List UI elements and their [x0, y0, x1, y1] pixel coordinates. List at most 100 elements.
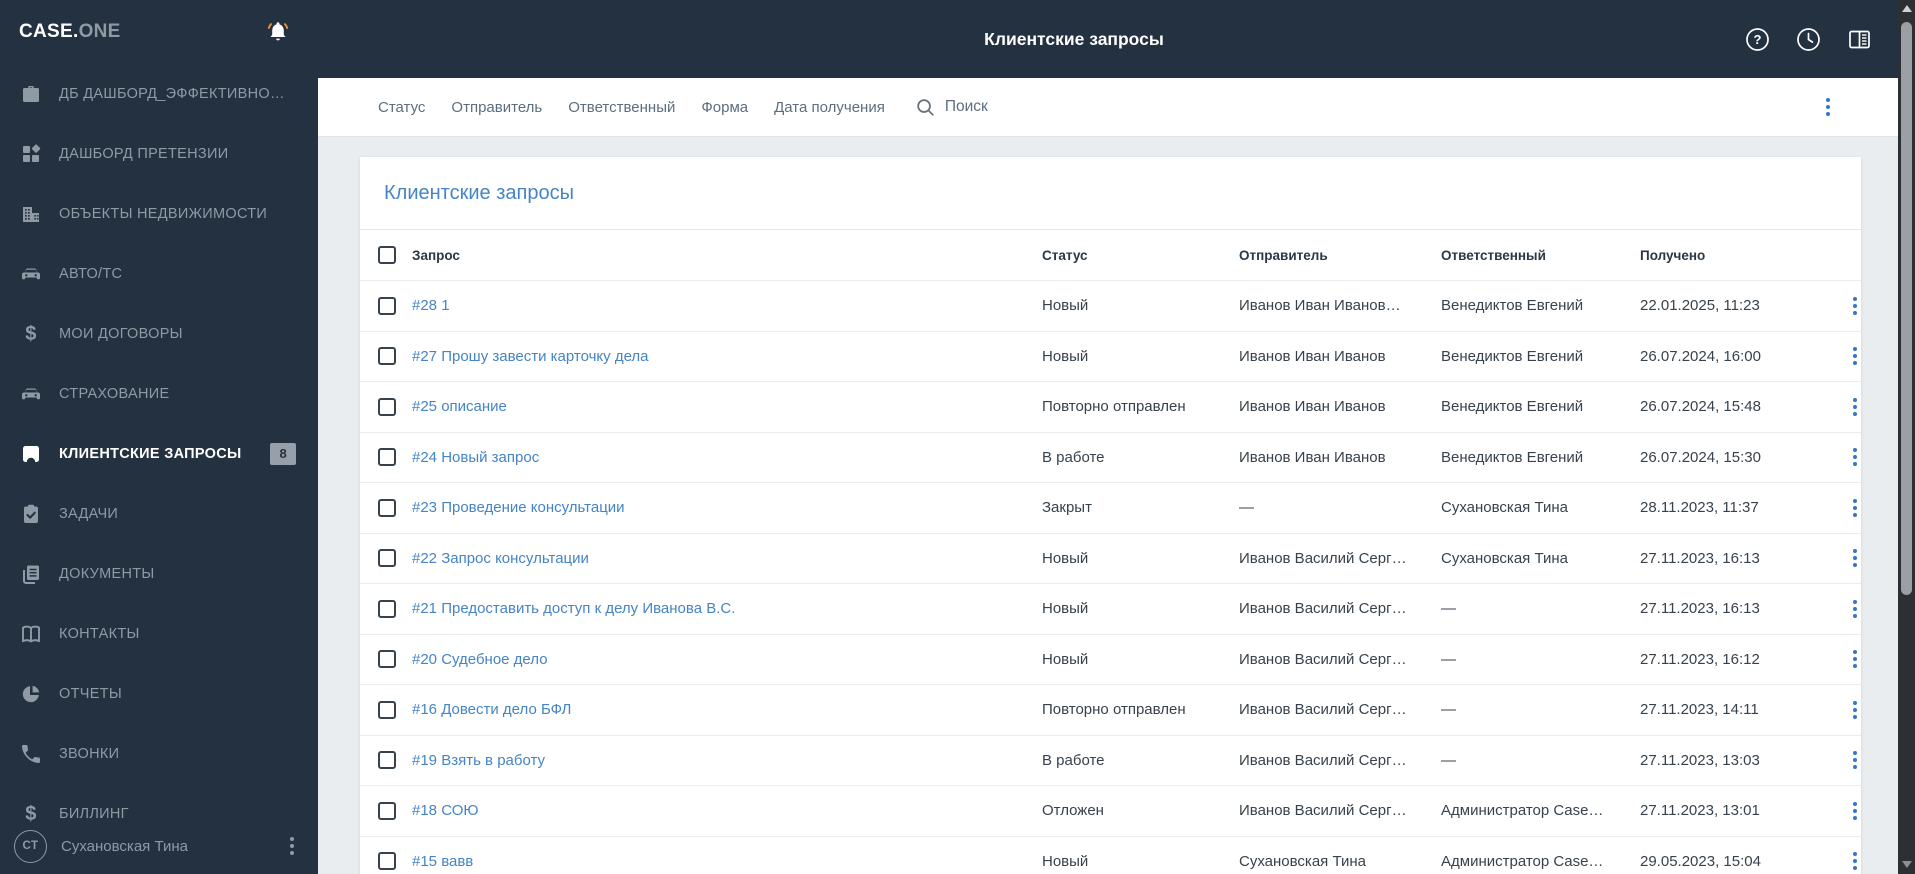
row-menu-dots-icon[interactable]	[1849, 545, 1861, 571]
cell-status: Новый	[1042, 650, 1089, 668]
cell-responsible: —	[1441, 751, 1456, 769]
sidebar-item-moi-dogovory[interactable]: $ МОИ ДОГОВОРЫ	[0, 304, 318, 364]
cell-sender: Иванов Иван Иванов	[1239, 398, 1386, 416]
column-header-1: Запрос	[412, 247, 460, 263]
briefcase-icon	[19, 82, 43, 106]
row-checkbox[interactable]	[378, 700, 396, 719]
row-checkbox[interactable]	[378, 347, 396, 366]
row-checkbox[interactable]	[378, 397, 396, 416]
request-link[interactable]: #23 Проведение консультации	[412, 499, 1042, 516]
filter-4[interactable]: Форма	[701, 99, 748, 116]
help-icon[interactable]: ?	[1744, 26, 1771, 53]
row-menu-dots-icon[interactable]	[1849, 293, 1861, 319]
row-menu-dots-icon[interactable]	[1849, 848, 1861, 874]
row-checkbox[interactable]	[378, 599, 396, 618]
row-menu-dots-icon[interactable]	[1849, 596, 1861, 622]
app-logo[interactable]: CASE.ONE	[19, 21, 121, 43]
row-checkbox[interactable]	[378, 549, 396, 568]
cell-responsible: Сухановская Тина	[1441, 499, 1568, 517]
cell-received: 27.11.2023, 16:13	[1640, 549, 1760, 567]
row-menu-dots-icon[interactable]	[1849, 343, 1861, 369]
sidebar-item-zadachi[interactable]: ЗАДАЧИ	[0, 484, 318, 544]
request-link[interactable]: #25 описание	[412, 398, 1042, 415]
cell-responsible: Сухановская Тина	[1441, 549, 1568, 567]
request-link[interactable]: #20 Судебное дело	[412, 651, 1042, 668]
sidebar-item-label: ЗАДАЧИ	[59, 506, 119, 522]
row-checkbox[interactable]	[378, 751, 396, 770]
filter-menu-dots-icon[interactable]	[1822, 94, 1834, 120]
row-checkbox[interactable]	[378, 852, 396, 871]
row-checkbox[interactable]	[378, 448, 396, 467]
request-link[interactable]: #27 Прошу завести карточку дела	[412, 348, 1042, 365]
table-row: #27 Прошу завести карточку дела Новый Иван…	[360, 332, 1861, 382]
request-link[interactable]: #28 1	[412, 297, 1042, 314]
cell-received: 27.11.2023, 16:13	[1640, 600, 1760, 618]
row-checkbox[interactable]	[378, 296, 396, 315]
row-checkbox[interactable]	[378, 801, 396, 820]
logo-secondary: ONE	[78, 21, 121, 42]
cell-responsible: Венедиктов Евгений	[1441, 448, 1584, 466]
user-menu-dots-icon[interactable]	[286, 833, 298, 859]
cell-status: Новый	[1042, 297, 1089, 315]
row-menu-dots-icon[interactable]	[1849, 444, 1861, 470]
cell-received: 27.11.2023, 13:01	[1640, 802, 1760, 820]
row-checkbox[interactable]	[378, 650, 396, 669]
cell-status: Новый	[1042, 347, 1089, 365]
table-body: #28 1 Новый Иванов Иван Иванов… Венедиктов …	[360, 281, 1861, 874]
filter-3[interactable]: Ответственный	[568, 99, 675, 116]
sidebar-item-kontakty[interactable]: КОНТАКТЫ	[0, 604, 318, 664]
request-link[interactable]: #16 Довести дело БФЛ	[412, 701, 1042, 718]
scrollbar-up-arrow-icon[interactable]	[1901, 5, 1912, 12]
row-menu-dots-icon[interactable]	[1849, 495, 1861, 521]
row-menu-dots-icon[interactable]	[1849, 798, 1861, 824]
tasks-icon	[19, 502, 43, 526]
table-row: #23 Проведение консультации Закрыт — Сухано…	[360, 483, 1861, 534]
notifications-bell-icon[interactable]	[264, 18, 292, 46]
cell-sender: Иванов Василий Серг…	[1239, 600, 1407, 618]
filter-2[interactable]: Отправитель	[451, 99, 542, 116]
request-link[interactable]: #18 СОЮ	[412, 802, 1042, 819]
history-icon[interactable]	[1795, 26, 1822, 53]
sidebar-item-klientskie-zaprosy[interactable]: КЛИЕНТСКИЕ ЗАПРОСЫ 8	[0, 424, 318, 484]
inbox-icon	[19, 442, 43, 466]
table-row: #15 вавв Новый Сухановская Тина Администрат…	[360, 837, 1861, 874]
sidebar-item-otchety[interactable]: ОТЧЕТЫ	[0, 664, 318, 724]
building-icon	[19, 202, 43, 226]
sidebar-item-dokumenty[interactable]: ДОКУМЕНТЫ	[0, 544, 318, 604]
row-menu-dots-icon[interactable]	[1849, 394, 1861, 420]
scrollbar-down-arrow-icon[interactable]	[1901, 861, 1912, 868]
sidebar-item-dashboard-pretenzii[interactable]: ДАШБОРД ПРЕТЕНЗИИ	[0, 124, 318, 184]
select-all-checkbox[interactable]	[378, 246, 396, 264]
sidebar-item-db-dashboard-effectivnost[interactable]: ДБ ДАШБОРД_ЭФФЕКТИВНО…	[0, 64, 318, 124]
request-link[interactable]: #15 вавв	[412, 853, 1042, 870]
sidebar-item-label: ЗВОНКИ	[59, 746, 120, 762]
request-link[interactable]: #19 Взять в работу	[412, 752, 1042, 769]
sidebar-item-label: КЛИЕНТСКИЕ ЗАПРОСЫ	[59, 446, 242, 462]
search-input[interactable]: Поиск	[915, 97, 988, 118]
request-link[interactable]: #21 Предоставить доступ к делу Иванова В…	[412, 600, 1042, 617]
request-link[interactable]: #24 Новый запрос	[412, 449, 1042, 466]
table-row: #28 1 Новый Иванов Иван Иванов… Венедиктов …	[360, 281, 1861, 332]
sidebar-item-obekty-nedvizhimosti[interactable]: ОБЪЕКТЫ НЕДВИЖИМОСТИ	[0, 184, 318, 244]
car-icon	[19, 382, 43, 406]
filter-1[interactable]: Статус	[378, 99, 425, 116]
row-menu-dots-icon[interactable]	[1849, 697, 1861, 723]
cell-received: 26.07.2024, 15:30	[1640, 448, 1761, 466]
sidebar-item-zvonki[interactable]: ЗВОНКИ	[0, 724, 318, 784]
cell-responsible: Венедиктов Евгений	[1441, 347, 1584, 365]
table-row: #24 Новый запрос В работе Иванов Иван Иван…	[360, 433, 1861, 483]
cell-received: 26.07.2024, 16:00	[1640, 347, 1761, 365]
request-link[interactable]: #22 Запрос консультации	[412, 550, 1042, 567]
cell-responsible: Венедиктов Евгений	[1441, 297, 1584, 315]
panel-icon[interactable]	[1846, 26, 1873, 53]
sidebar-item-strahovanie[interactable]: СТРАХОВАНИЕ	[0, 364, 318, 424]
vertical-scrollbar[interactable]	[1898, 0, 1915, 874]
sidebar-item-label: ОТЧЕТЫ	[59, 686, 122, 702]
row-checkbox[interactable]	[378, 498, 396, 517]
row-menu-dots-icon[interactable]	[1849, 747, 1861, 773]
scrollbar-thumb[interactable]	[1901, 22, 1912, 595]
sidebar-item-avto-ts[interactable]: АВТО/ТС	[0, 244, 318, 304]
filter-5[interactable]: Дата получения	[774, 99, 885, 116]
user-row[interactable]: СТ Сухановская Тина	[0, 818, 318, 874]
row-menu-dots-icon[interactable]	[1849, 646, 1861, 672]
